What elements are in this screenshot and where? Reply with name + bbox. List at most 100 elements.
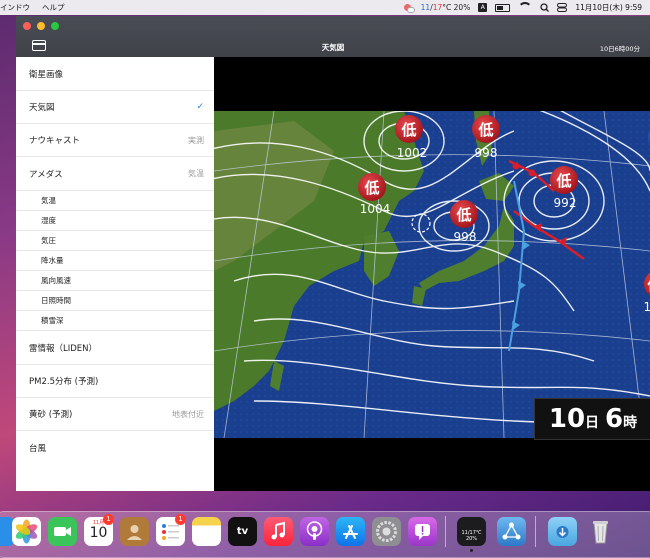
dock-feedback-icon[interactable] [408, 517, 437, 546]
timestamp-hour-unit: 時 [623, 415, 638, 431]
wifi-icon[interactable] [518, 2, 533, 13]
temp-unit: °C [442, 3, 452, 12]
sidebar-subitem-wind[interactable]: 風向風速 [16, 271, 214, 291]
dock-apple-tv-icon[interactable]: tv [228, 517, 257, 546]
dock-trash-icon[interactable] [586, 517, 615, 546]
checkmark-icon: ✓ [196, 102, 204, 112]
sidebar-item-label: 湿度 [41, 216, 56, 225]
sidebar-item-label: 衛星画像 [29, 69, 64, 80]
control-center-icon[interactable] [557, 3, 568, 12]
sidebar-item-yellow-sand[interactable]: 黄砂 (予測) 地表付近 [16, 398, 214, 431]
window-title: 天気図 [321, 43, 345, 52]
dock-facetime-icon[interactable] [48, 517, 77, 546]
minimize-button[interactable] [37, 22, 45, 30]
sidebar-subitem-precipitation[interactable]: 降水量 [16, 251, 214, 271]
pressure-value-label: 1002 [397, 146, 428, 160]
pressure-system-low[interactable]: 低 998 [450, 200, 478, 244]
dock-system-settings-icon[interactable] [372, 517, 401, 546]
dock-podcasts-icon[interactable] [300, 517, 329, 546]
temp-low: 17 [432, 3, 443, 12]
sidebar-item-nowcast[interactable]: ナウキャスト 実測 [16, 124, 214, 157]
timestamp-day: 10 [548, 404, 586, 434]
music-note-icon [271, 521, 285, 540]
sidebar-item-amedas[interactable]: アメダス 気温 [16, 157, 214, 191]
sidebar-item-weather-map[interactable]: 天気図 ✓ [16, 91, 214, 124]
sidebar-item-label: アメダス [29, 169, 63, 180]
search-icon[interactable] [540, 3, 550, 12]
video-camera-icon [54, 527, 71, 536]
pressure-type-label: 低 [363, 179, 379, 197]
download-arrow-icon [556, 526, 569, 538]
app-store-icon [343, 525, 358, 539]
dock-downloads-folder-icon[interactable] [548, 517, 577, 546]
weather-icon[interactable] [403, 3, 415, 13]
pressure-value-label: 992 [554, 196, 577, 210]
widget-humidity: 20% [465, 536, 478, 542]
network-icon [502, 522, 521, 540]
sidebar-subitem-pressure[interactable]: 気圧 [16, 231, 214, 251]
titlebar: 天気図 10日6時00分 [16, 16, 650, 57]
dock-contacts-icon[interactable] [120, 517, 149, 546]
pressure-value-label: 998 [454, 230, 477, 244]
dock-weather-widget[interactable]: 11/17℃ 20% [457, 517, 486, 546]
feedback-icon [415, 524, 430, 540]
photos-icon [15, 519, 38, 544]
dock-network-icon[interactable] [497, 517, 526, 546]
map-time-label: 10日6時00分 [599, 45, 640, 53]
zoom-button[interactable] [51, 22, 59, 30]
menubar-clock[interactable]: 11月10日(木) 9:59 [575, 2, 642, 13]
dock-notes-icon[interactable] [192, 517, 221, 546]
tv-label: tv [236, 526, 249, 537]
menubar-weather-readout[interactable]: 11/17°C 20% [421, 3, 471, 12]
weather-map-canvas: 低 1002 低 998 低 1004 低 998 低 992 1 [214, 111, 650, 438]
dock-app-store-icon[interactable] [336, 517, 365, 546]
sidebar-item-lightning[interactable]: 雷情報（LIDEN） [16, 331, 214, 365]
pressure-system-low[interactable]: 低 992 [550, 166, 578, 210]
contacts-icon [127, 525, 142, 540]
timestamp-day-unit: 日 [585, 415, 600, 431]
dock-separator [445, 516, 446, 547]
sidebar-subitem-humidity[interactable]: 湿度 [16, 211, 214, 231]
sidebar: 衛星画像 天気図 ✓ ナウキャスト 実測 アメダス 気温 気温 湿度 気圧 降水… [16, 57, 214, 491]
dock-music-icon[interactable] [264, 517, 293, 546]
pressure-system-low[interactable]: 低 998 [472, 115, 500, 160]
reminders-badge: 1 [175, 514, 186, 525]
gear-icon [376, 521, 397, 542]
pressure-value-label: 1004 [360, 202, 391, 216]
sidebar-item-label: 気温 [41, 196, 56, 205]
sidebar-subitem-temperature[interactable]: 気温 [16, 191, 214, 211]
sidebar-item-label: 黄砂 (予測) [29, 410, 73, 420]
humidity: 20% [453, 3, 471, 12]
menu-help[interactable]: ヘルプ [42, 2, 65, 13]
sidebar-item-pm25[interactable]: PM2.5分布 (予測) [16, 365, 214, 398]
calendar-badge: 1 [103, 514, 114, 525]
pressure-type-label: 低 [477, 121, 493, 139]
pressure-type-label: 低 [455, 206, 471, 224]
sidebar-item-typhoon[interactable]: 台風 [16, 431, 214, 464]
sidebar-item-label: 降水量 [41, 256, 64, 265]
menu-window[interactable]: インドウ [0, 2, 30, 13]
timestamp-hour: 6 [605, 404, 624, 434]
sidebar-subitem-snow-depth[interactable]: 積雪深 [16, 311, 214, 331]
sidebar-item-label: 雷情報（LIDEN） [29, 343, 98, 354]
input-mode-icon[interactable]: A [478, 3, 488, 12]
weather-app-window: 天気図 10日6時00分 衛星画像 天気図 ✓ ナウキャスト 実測 アメダス 気… [16, 16, 650, 491]
sidebar-item-label: 気圧 [41, 236, 56, 245]
pressure-type-label: 低 [646, 276, 650, 294]
sidebar-subitem-sunshine[interactable]: 日照時間 [16, 291, 214, 311]
sidebar-item-label: 台風 [29, 443, 47, 454]
sidebar-item-value: 気温 [188, 169, 204, 178]
weather-map[interactable]: 低 1002 低 998 低 1004 低 998 低 992 1 [214, 111, 650, 438]
battery-icon[interactable] [495, 3, 511, 12]
sidebar-item-label: 風向風速 [41, 276, 71, 285]
sidebar-item-label: PM2.5分布 (予測) [29, 377, 99, 387]
widget-temp: 11/17℃ [461, 530, 482, 536]
sidebar-item-satellite[interactable]: 衛星画像 [16, 57, 214, 91]
temp-high: 11 [420, 3, 431, 12]
dock-photos-icon[interactable] [12, 517, 41, 546]
pressure-type-label: 低 [400, 121, 416, 139]
podcasts-icon [306, 521, 323, 540]
sidebar-item-label: 積雪深 [41, 316, 64, 325]
close-button[interactable] [23, 22, 31, 30]
dock-separator [535, 516, 536, 547]
